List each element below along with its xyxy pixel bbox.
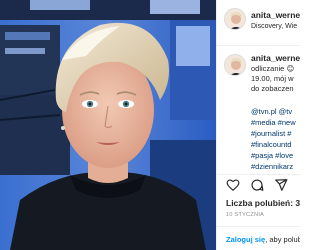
hashtag-link[interactable]: #media #new — [251, 118, 296, 127]
post-date: 10 STYCZNIA — [226, 212, 265, 218]
post-sidebar: anita_werner Discovery, Wie anita_werner… — [216, 0, 300, 250]
caption-username[interactable]: anita_werner — [251, 53, 300, 63]
share-icon[interactable] — [274, 178, 288, 192]
post-photo — [0, 0, 216, 250]
emoji-icon: 😊 — [284, 64, 295, 73]
caption-text-line: 19.00, mój w — [251, 74, 294, 83]
caption-text-line: do zobaczen — [251, 84, 294, 93]
login-bar: Zaloguj się, aby polubi — [217, 226, 300, 250]
hashtag-link[interactable]: #journalist # — [251, 129, 291, 138]
post-username[interactable]: anita_werner — [251, 10, 300, 20]
divider — [217, 174, 300, 175]
login-prompt: Zaloguj się, aby polubi — [226, 235, 300, 244]
mention-link[interactable]: @tvn.pl @tv — [251, 107, 292, 116]
hashtag-link[interactable]: #finalcountd — [251, 140, 291, 149]
hashtag-link[interactable]: #pasja #love — [251, 151, 293, 160]
avatar[interactable] — [224, 8, 246, 30]
like-count[interactable]: Liczba polubień: 3 1 — [226, 198, 300, 208]
heart-icon[interactable] — [226, 178, 240, 192]
caption-text-line: odliczanie 😊 — [251, 64, 294, 73]
caption-avatar[interactable] — [224, 54, 246, 76]
login-prompt-text: , aby polubi — [265, 235, 300, 244]
caption-text: odliczanie — [251, 64, 285, 73]
hashtag-link[interactable]: #dziennikarz — [251, 162, 293, 171]
post-header: anita_werner Discovery, Wie — [217, 0, 300, 46]
comment-icon[interactable] — [250, 178, 264, 192]
post-location[interactable]: Discovery, Wie — [251, 23, 297, 30]
login-link[interactable]: Zaloguj się — [226, 235, 265, 244]
